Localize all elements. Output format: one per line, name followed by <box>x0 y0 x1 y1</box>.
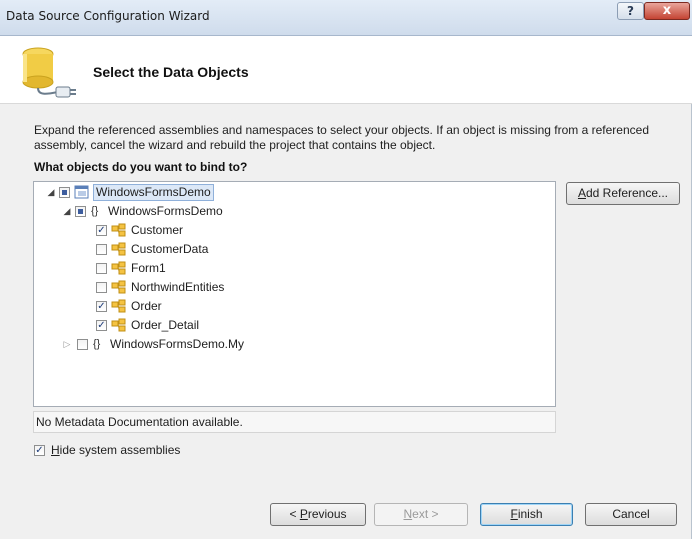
tree-node-order[interactable]: ✓ Order <box>96 298 396 315</box>
tree-node-customer[interactable]: ✓ Customer <box>96 222 396 239</box>
class-icon <box>111 318 126 332</box>
mnemonic: N <box>403 507 413 521</box>
tree-node-label: Form1 <box>131 261 166 275</box>
tree-node-northwindentities[interactable]: NorthwindEntities <box>96 279 396 296</box>
tree-node-namespace[interactable]: ◢ {} WindowsFormsDemo <box>62 203 362 220</box>
mnemonic: A <box>577 186 586 200</box>
tree-node-namespace-my[interactable]: ▷ {} WindowsFormsDemo.My <box>62 336 362 353</box>
next-button[interactable]: Next > <box>374 503 468 526</box>
label-text: ide system assemblies <box>59 443 181 457</box>
finish-button[interactable]: Finish <box>480 503 573 526</box>
class-icon <box>111 242 126 256</box>
hide-system-assemblies-label[interactable]: Hide system assemblies <box>51 443 180 457</box>
instructions-text: Expand the referenced assemblies and nam… <box>34 123 649 152</box>
customer-checkbox[interactable]: ✓ <box>96 225 107 236</box>
class-icon <box>111 223 126 237</box>
mnemonic: P <box>299 507 308 521</box>
tree-node-label: CustomerData <box>131 242 209 256</box>
customerdata-checkbox[interactable] <box>96 244 107 255</box>
tree-node-customerdata[interactable]: CustomerData <box>96 241 396 258</box>
cancel-button[interactable]: Cancel <box>585 503 677 526</box>
objects-tree[interactable]: ◢ WindowsFormsDemo ◢ {} WindowsFormsDemo… <box>33 181 556 407</box>
tree-node-project[interactable]: ◢ WindowsFormsDemo <box>46 184 346 201</box>
title-bar[interactable]: Data Source Configuration Wizard ? x <box>0 0 692 36</box>
button-label: revious <box>307 507 347 521</box>
class-icon <box>111 299 126 313</box>
button-label: inish <box>517 507 543 521</box>
class-icon <box>111 280 126 294</box>
tree-node-label: WindowsFormsDemo.My <box>110 337 245 351</box>
metadata-panel: No Metadata Documentation available. <box>33 411 556 433</box>
order-detail-checkbox[interactable]: ✓ <box>96 320 107 331</box>
mnemonic: H <box>51 443 60 457</box>
button-label: Cancel <box>612 507 650 521</box>
project-checkbox[interactable] <box>59 187 70 198</box>
button-label: dd Reference... <box>585 186 669 200</box>
help-button[interactable]: ? <box>617 2 644 20</box>
window-title: Data Source Configuration Wizard <box>6 9 210 23</box>
tree-node-label: Order <box>131 299 162 313</box>
tree-node-label: NorthwindEntities <box>131 280 225 294</box>
button-label: ext > <box>412 507 439 521</box>
wizard-header: Select the Data Objects <box>0 36 692 104</box>
database-plug-icon <box>22 47 76 98</box>
namespace-my-checkbox[interactable] <box>77 339 88 350</box>
tree-node-label: Order_Detail <box>131 318 200 332</box>
button-prefix: < <box>289 507 300 521</box>
namespace-icon: {} <box>93 338 101 350</box>
metadata-text: No Metadata Documentation available. <box>36 415 243 429</box>
expand-arrow-icon[interactable]: ◢ <box>46 184 56 201</box>
tree-node-label: WindowsFormsDemo <box>108 204 223 218</box>
mnemonic: F <box>510 507 518 521</box>
objects-question-label: What objects do you want to bind to? <box>34 160 248 174</box>
close-icon: x <box>662 3 672 18</box>
expand-arrow-icon[interactable]: ◢ <box>62 203 72 220</box>
add-reference-button[interactable]: Add Reference... <box>566 182 680 205</box>
order-checkbox[interactable]: ✓ <box>96 301 107 312</box>
tree-node-label: Customer <box>131 223 184 237</box>
project-icon <box>74 185 89 199</box>
tree-node-form1[interactable]: Form1 <box>96 260 396 277</box>
hide-system-assemblies-checkbox[interactable]: ✓ <box>34 445 45 456</box>
wizard-window: Data Source Configuration Wizard ? x Sel… <box>0 0 692 539</box>
namespace-icon: {} <box>91 205 99 217</box>
namespace-checkbox[interactable] <box>75 206 86 217</box>
northwindentities-checkbox[interactable] <box>96 282 107 293</box>
class-icon <box>111 261 126 275</box>
help-icon: ? <box>627 4 634 18</box>
page-title: Select the Data Objects <box>93 64 249 80</box>
expand-arrow-icon[interactable]: ▷ <box>62 336 72 353</box>
tree-node-label: WindowsFormsDemo <box>93 184 214 201</box>
close-button[interactable]: x <box>644 2 690 20</box>
previous-button[interactable]: < Previous <box>270 503 366 526</box>
tree-node-order-detail[interactable]: ✓ Order_Detail <box>96 317 396 334</box>
form1-checkbox[interactable] <box>96 263 107 274</box>
